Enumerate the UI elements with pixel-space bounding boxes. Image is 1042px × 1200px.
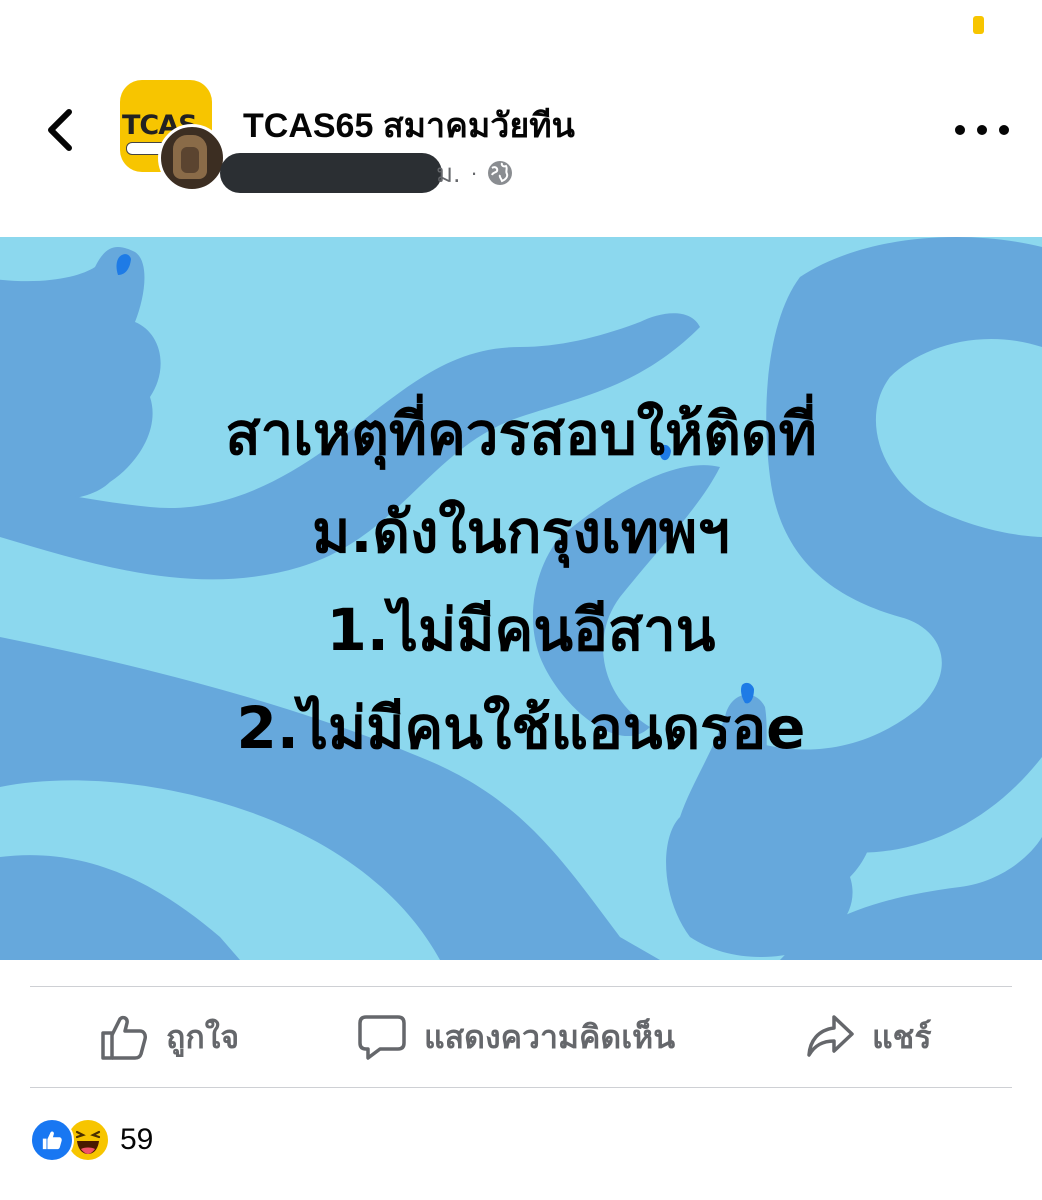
reaction-count: 59 [120, 1123, 154, 1156]
globe-icon [487, 161, 512, 185]
post-image[interactable]: สาเหตุที่ควรสอบให้ติดที่ ม.ดังในกรุงเทพฯ… [0, 237, 1042, 960]
share-label: แชร์ [872, 1018, 932, 1055]
status-indicator [973, 16, 984, 34]
like-reaction-icon [30, 1118, 74, 1162]
back-button[interactable] [38, 105, 82, 155]
more-options-button[interactable] [955, 115, 1009, 145]
like-button[interactable]: ถูกใจ [100, 987, 239, 1087]
post-text-line: ม.ดังในกรุงเทพฯ [312, 498, 730, 566]
comment-icon [358, 1015, 406, 1060]
post-header: TCAS TCAS65 สมาคมวัยทีน ม. · [0, 60, 1042, 210]
reaction-summary[interactable]: 59 [30, 1118, 153, 1162]
action-bar: ถูกใจ แสดงความคิดเห็น แชร์ [0, 987, 1042, 1087]
thumbs-up-icon [101, 1015, 147, 1060]
user-avatar[interactable] [158, 124, 226, 192]
more-icon-dot [955, 125, 965, 135]
like-label: ถูกใจ [166, 1018, 240, 1055]
post-meta: ม. · [220, 152, 514, 194]
page-name-link[interactable]: TCAS65 สมาคมวัยทีน [243, 98, 575, 152]
more-icon-dot [977, 125, 987, 135]
more-icon-dot [999, 125, 1009, 135]
chevron-left-icon [48, 109, 72, 151]
share-icon [807, 1015, 854, 1057]
share-button[interactable]: แชร์ [806, 987, 932, 1087]
divider [30, 1087, 1012, 1088]
user-avatar-figure-detail [181, 147, 199, 173]
post-text-line: 2.ไม่มีคนใช้แอนดรอe [236, 694, 806, 762]
comment-label: แสดงความคิดเห็น [424, 1018, 676, 1055]
post-meta-suffix: ม. [436, 157, 461, 188]
thumbs-up-icon [42, 1131, 62, 1150]
laughing-face-icon [69, 1121, 107, 1159]
post-text-line: 1.ไม่มีคนอีสาน [326, 596, 716, 664]
post-text-line: สาเหตุที่ควรสอบให้ติดที่ [225, 400, 817, 468]
comment-button[interactable]: แสดงความคิดเห็น [358, 987, 675, 1087]
redacted-author [220, 153, 442, 193]
meta-separator: · [470, 160, 478, 185]
post-text: สาเหตุที่ควรสอบให้ติดที่ ม.ดังในกรุงเทพฯ… [0, 385, 1042, 777]
